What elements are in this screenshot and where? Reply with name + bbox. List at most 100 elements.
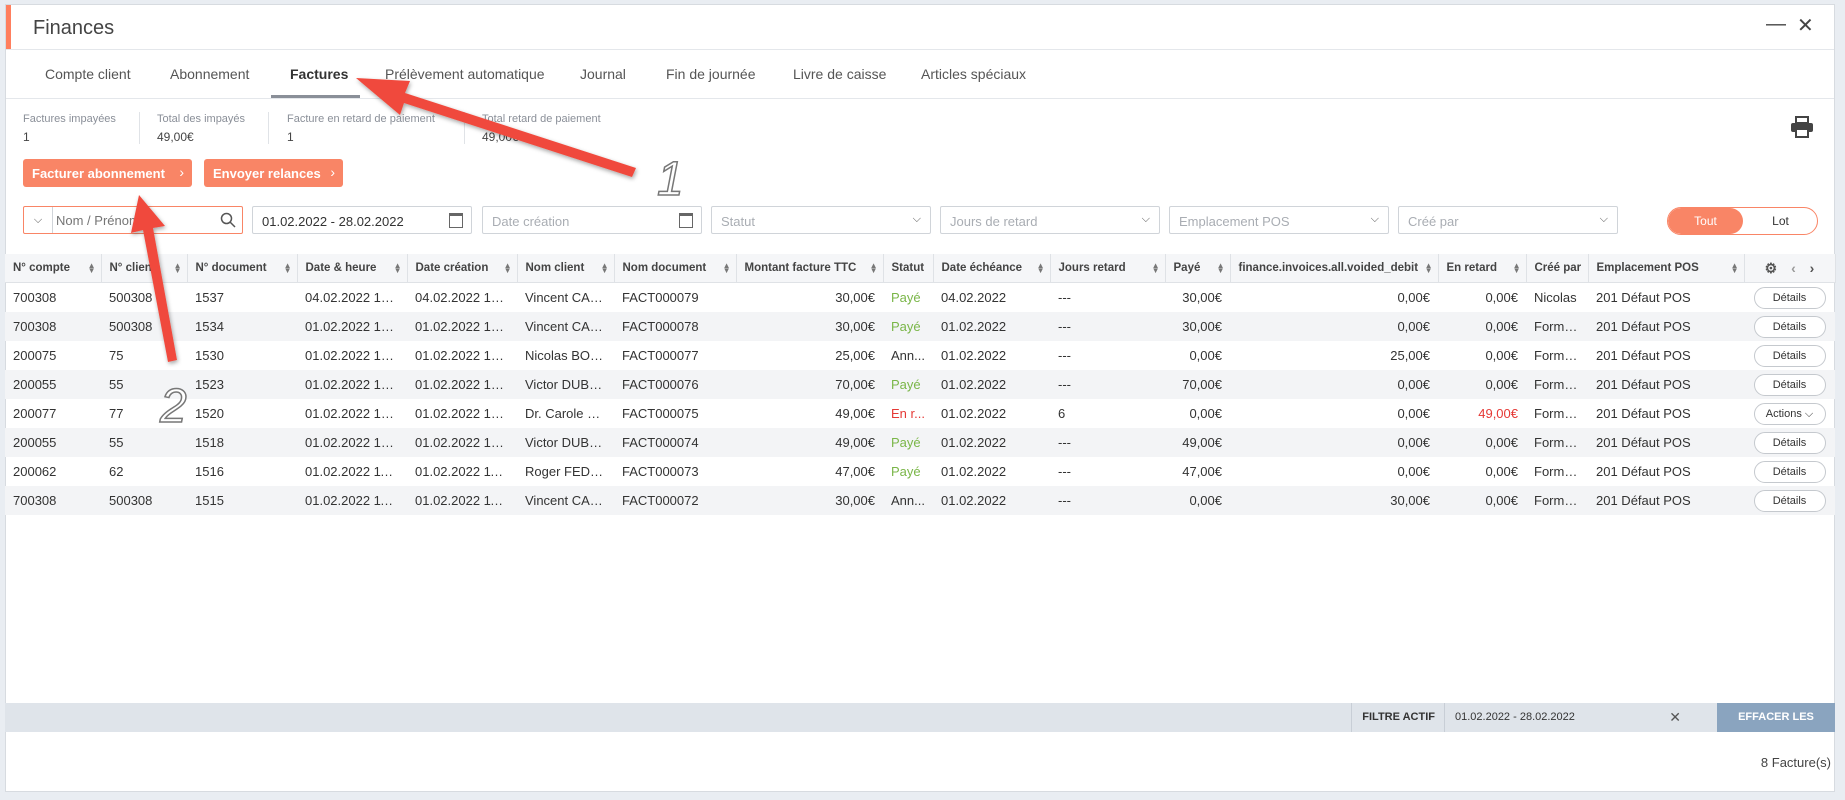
- remove-filter-icon[interactable]: ✕: [1669, 703, 1681, 732]
- header-label: Statut: [891, 262, 925, 274]
- details-button[interactable]: Détails: [1753, 489, 1826, 512]
- tab-articles-speciaux[interactable]: Articles spéciaux: [921, 66, 1026, 82]
- col-header[interactable]: Jours retard ▲ ▼: [1050, 254, 1166, 283]
- button-label: Détails: [1772, 436, 1807, 449]
- button-label: Détails: [1772, 378, 1807, 391]
- tab-livre-de-caisse[interactable]: Livre de caisse: [793, 66, 886, 82]
- col-header[interactable]: N° compte ▲ ▼: [5, 254, 102, 283]
- close-icon[interactable]: ✕: [1797, 13, 1814, 38]
- cell-doc: 1515: [187, 486, 297, 515]
- clear-filters-button[interactable]: EFFACER LES FILTRES: [1717, 703, 1835, 752]
- col-header[interactable]: En retard ▲ ▼: [1438, 254, 1527, 283]
- minimize-icon[interactable]: —: [1766, 13, 1786, 36]
- gear-icon[interactable]: ⚙: [1765, 260, 1778, 276]
- search-icon[interactable]: [220, 212, 236, 228]
- cell-retard: 0,00€: [1438, 312, 1526, 341]
- tab-prelevement[interactable]: Prélèvement automatique: [385, 66, 545, 82]
- col-header[interactable]: Montant facture TTC ▲ ▼: [736, 254, 884, 283]
- table-body: 700308 500308 1537 04.02.2022 16:... 04.02.2…: [5, 283, 1835, 515]
- tab-abonnement[interactable]: Abonnement: [170, 66, 249, 82]
- kpi-label: Factures impayées: [23, 113, 116, 125]
- table-row[interactable]: 700308 500308 1537 04.02.2022 16:... 04.02.2…: [5, 283, 1835, 313]
- toggle-lot[interactable]: Lot: [1743, 208, 1817, 234]
- tab-compte-client[interactable]: Compte client: [45, 66, 131, 82]
- date-range-field[interactable]: 01.02.2022 - 28.02.2022: [252, 206, 472, 234]
- details-button[interactable]: Détails: [1753, 315, 1826, 338]
- cree-par-select[interactable]: Créé par ⌵: [1398, 206, 1618, 234]
- details-button[interactable]: Détails: [1753, 460, 1826, 483]
- scroll-left-icon[interactable]: ‹: [1791, 260, 1796, 276]
- col-header[interactable]: Statut: [883, 254, 934, 283]
- table-row[interactable]: 200055 55 1523 01.02.2022 14:... 01.02.2022 …: [5, 370, 1835, 399]
- cell-action: Détails: [1744, 457, 1835, 486]
- cell-doc: 1534: [187, 312, 297, 341]
- cell-echeance: 01.02.2022: [933, 312, 1050, 341]
- tab-fin-de-journee[interactable]: Fin de journée: [666, 66, 756, 82]
- table-row[interactable]: 200062 62 1516 01.02.2022 11:... 01.02.2022 …: [5, 457, 1835, 486]
- kpi-value: 49,00€: [482, 130, 519, 144]
- col-header[interactable]: finance.invoices.all.voided_debit ▲ ▼: [1230, 254, 1439, 283]
- statut-select[interactable]: Statut ⌵: [711, 206, 931, 234]
- kpi-value: 49,00€: [157, 130, 194, 144]
- tab-journal[interactable]: Journal: [580, 66, 626, 82]
- actions-dropdown-button[interactable]: Actions ⌵: [1753, 402, 1826, 425]
- col-header[interactable]: Nom document ▲ ▼: [614, 254, 737, 283]
- col-header[interactable]: Date & heure ▲ ▼: [297, 254, 408, 283]
- cell-nomdoc: FACT000073: [622, 464, 699, 479]
- calendar-icon[interactable]: [679, 213, 693, 228]
- window-title: Finances: [33, 17, 115, 39]
- envoyer-relances-button[interactable]: Envoyer relances ›: [204, 159, 343, 187]
- cell-doc: 1530: [195, 348, 224, 363]
- invoices-table: N° compte ▲ ▼ N° client ▲ ▼ N° document ▲ ▼ Da…: [5, 254, 1836, 515]
- details-button[interactable]: Détails: [1753, 286, 1826, 309]
- chevron-right-icon: ›: [179, 164, 184, 180]
- cell-statut: Payé: [891, 464, 921, 479]
- table-row[interactable]: 200055 55 1518 01.02.2022 13:... 01.02.2022 …: [5, 428, 1835, 457]
- cree-par-placeholder: Créé par: [1408, 214, 1459, 229]
- cell-dateheure: 01.02.2022 15:...: [297, 312, 407, 341]
- scroll-right-icon[interactable]: ›: [1810, 260, 1815, 276]
- details-button[interactable]: Détails: [1753, 431, 1826, 454]
- sort-icon: ▲ ▼: [869, 261, 878, 275]
- table-row[interactable]: 700308 500308 1515 01.02.2022 11:... 01.02.2…: [5, 486, 1835, 515]
- tab-bar: Compte client Abonnement Factures Prélèv…: [6, 50, 1834, 99]
- sort-icon: ▲ ▼: [600, 261, 609, 275]
- calendar-icon[interactable]: [449, 213, 463, 228]
- chevron-down-icon: ⌵: [1141, 213, 1150, 225]
- col-header[interactable]: Créé par: [1526, 254, 1589, 283]
- col-header[interactable]: Payé ▲ ▼: [1165, 254, 1231, 283]
- name-search-input[interactable]: [54, 209, 208, 231]
- toggle-tout[interactable]: Tout: [1668, 208, 1743, 234]
- table-row[interactable]: 700308 500308 1534 01.02.2022 15:... 01.02.2…: [5, 312, 1835, 341]
- emplacement-placeholder: Emplacement POS: [1179, 214, 1290, 229]
- cell-cree: Forma...: [1526, 486, 1588, 515]
- col-header[interactable]: Nom client ▲ ▼: [517, 254, 615, 283]
- col-header[interactable]: Date échéance ▲ ▼: [933, 254, 1051, 283]
- cell-nomdoc: FACT000072: [614, 486, 736, 515]
- cell-doc: 1516: [195, 464, 224, 479]
- cell-pos: 201 Défaut POS: [1588, 486, 1744, 515]
- col-header[interactable]: N° document ▲ ▼: [187, 254, 298, 283]
- jours-retard-select[interactable]: Jours de retard ⌵: [940, 206, 1160, 234]
- tab-factures[interactable]: Factures: [290, 66, 348, 82]
- button-label: Détails: [1772, 320, 1807, 333]
- print-icon[interactable]: [1790, 116, 1814, 138]
- facturer-abonnement-button[interactable]: Facturer abonnement ›: [23, 159, 192, 187]
- details-button[interactable]: Détails: [1753, 373, 1826, 396]
- table-row[interactable]: 200075 75 1530 01.02.2022 15:... 01.02.2022 …: [5, 341, 1835, 370]
- name-search-field: ⌵: [23, 206, 243, 234]
- col-header[interactable]: N° client ▲ ▼: [101, 254, 188, 283]
- cell-compte: 200062: [13, 464, 57, 479]
- cell-client: 77: [109, 406, 124, 421]
- table-row[interactable]: 200077 77 1520 01.02.2022 13:... 01.02.2022 …: [5, 399, 1835, 428]
- header-label: Jours retard: [1058, 262, 1126, 274]
- date-creation-field[interactable]: Date création: [482, 206, 702, 234]
- col-header[interactable]: Emplacement POS ▲ ▼: [1588, 254, 1745, 283]
- col-header[interactable]: Date création ▲ ▼: [407, 254, 518, 283]
- accent-strip: [6, 5, 11, 49]
- active-filter-bar: FILTRE ACTIF 01.02.2022 - 28.02.2022 ✕ E…: [5, 703, 1835, 752]
- emplacement-select[interactable]: Emplacement POS ⌵: [1169, 206, 1389, 234]
- chevron-down-icon[interactable]: ⌵: [24, 207, 53, 233]
- cell-doc: 1523: [187, 370, 297, 399]
- details-button[interactable]: Détails: [1753, 344, 1826, 367]
